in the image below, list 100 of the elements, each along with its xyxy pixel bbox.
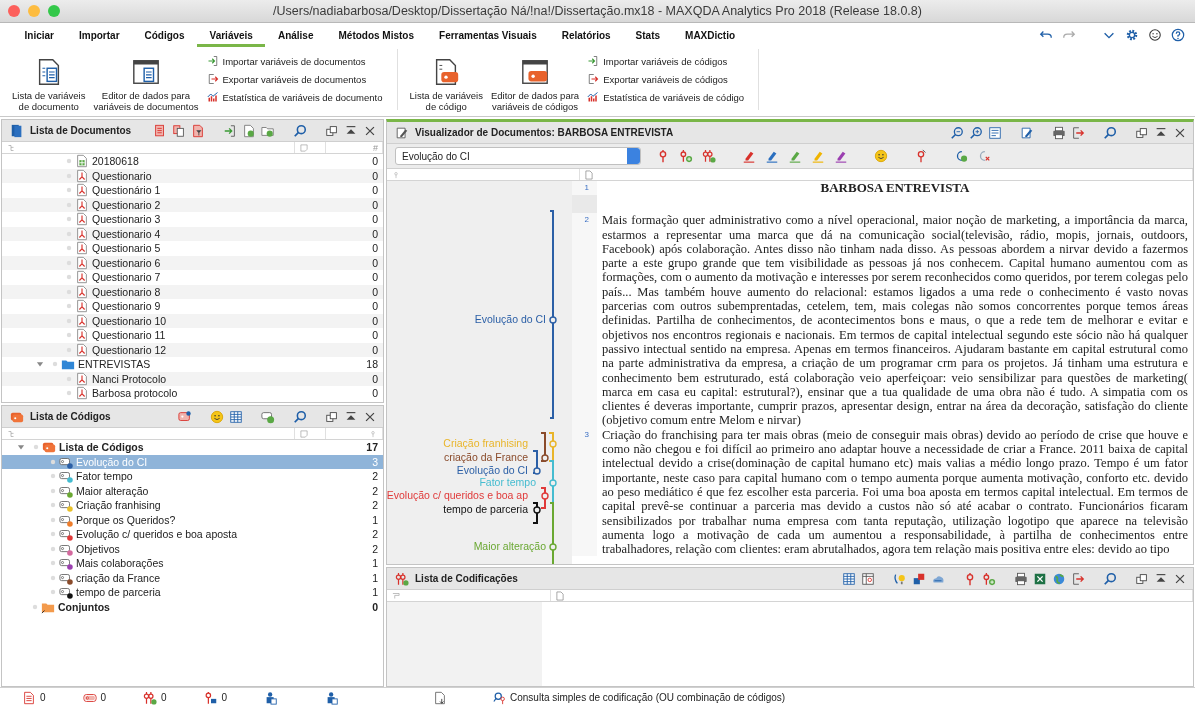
ribbon-button[interactable]: Importar variáveis de códigos (587, 55, 745, 67)
document-name[interactable]: Questionario 5 (92, 242, 161, 255)
table-icon[interactable] (842, 571, 856, 586)
coding-label[interactable]: Evolução do CI (456, 464, 528, 476)
document-name[interactable]: Questionario 11 (92, 329, 166, 342)
smiley-icon[interactable] (1148, 28, 1162, 42)
code-name[interactable]: Mais colaborações (76, 557, 164, 570)
globe-icon[interactable] (1052, 571, 1066, 586)
document-name[interactable]: Questionario 7 (92, 271, 161, 284)
document-name[interactable]: Barbosa protocolo (92, 387, 178, 400)
squares-icon[interactable] (912, 571, 926, 586)
export-icon[interactable] (1071, 571, 1085, 586)
table-icon[interactable] (229, 409, 243, 424)
document-name[interactable]: ENTREVISTAS (78, 358, 151, 371)
code-name[interactable]: Criação franhising (76, 499, 161, 512)
menu-tab[interactable]: Relatórios (549, 23, 624, 47)
coding-label[interactable]: criação da France (443, 451, 528, 463)
table-icon[interactable] (861, 571, 875, 586)
document-name[interactable]: Questionario 9 (92, 300, 161, 313)
document-name[interactable]: Questionario 12 (92, 343, 167, 356)
spreadsheet-icon[interactable] (1033, 571, 1047, 586)
document-name[interactable]: Questionario 4 (92, 227, 161, 240)
close-window-button[interactable] (8, 5, 20, 17)
undock-icon[interactable] (1135, 571, 1149, 586)
add-coding-icon[interactable] (679, 149, 693, 163)
code-name[interactable]: Maior alteração (76, 484, 149, 497)
coding-label[interactable]: tempo de parceria (443, 503, 528, 515)
filter-icon[interactable] (191, 123, 205, 138)
ribbon-button[interactable]: Editor de dados para variáveis de documentos (89, 55, 203, 114)
undock-icon[interactable] (325, 123, 339, 138)
coding-label[interactable]: Evolução do CI (474, 313, 546, 325)
menu-tab[interactable]: Iniciar (12, 23, 67, 47)
document-name[interactable]: Questionario (92, 169, 152, 182)
document-name[interactable]: Questionario 10 (92, 314, 167, 327)
document-name[interactable]: Questionario 8 (92, 285, 161, 298)
document-name[interactable]: Questionario 6 (92, 256, 161, 269)
menu-tab[interactable]: Métodos Mistos (326, 23, 427, 47)
printer-icon[interactable] (1052, 125, 1066, 140)
page-icon[interactable] (988, 125, 1002, 140)
new-tag-icon[interactable] (261, 409, 275, 424)
ribbon-button[interactable]: Editor de dados para variáveis de códigos (486, 55, 584, 114)
add-link-icon[interactable] (954, 149, 968, 163)
menu-tab[interactable]: Códigos (132, 23, 198, 47)
document-name[interactable]: Questionario 2 (92, 198, 161, 211)
code-name[interactable]: Porque os Queridos? (76, 513, 176, 526)
menu-tab[interactable]: MAXDictio (672, 23, 748, 47)
query-icon[interactable] (493, 690, 507, 705)
coding-label[interactable]: Evolução c/ queridos e boa ap (387, 489, 528, 501)
undock-icon[interactable] (1135, 125, 1149, 140)
edit-icon[interactable] (1020, 125, 1034, 140)
document-icon[interactable] (433, 690, 447, 705)
highlighter-icon[interactable] (834, 149, 848, 163)
highlighter-icon[interactable] (765, 149, 779, 163)
remove-link-icon[interactable] (977, 149, 991, 163)
document-name[interactable]: Questionario 3 (92, 213, 161, 226)
menu-tab[interactable]: Stats (623, 23, 673, 47)
coding-bracket[interactable] (532, 502, 541, 524)
code-dropdown[interactable]: Evolução do CI (395, 147, 641, 165)
document-name[interactable]: Questionário 1 (92, 184, 161, 197)
highlighter-icon[interactable] (788, 149, 802, 163)
set-name[interactable]: Conjuntos (58, 600, 110, 613)
document-name[interactable]: Nanci Protocolo (92, 372, 167, 385)
ribbon-button[interactable]: Lista de variáveis de código (405, 55, 487, 114)
code-name[interactable]: Fator tempo (76, 470, 133, 483)
menu-tab[interactable]: Importar (66, 23, 133, 47)
new-document-icon[interactable] (242, 123, 256, 138)
settings-icon[interactable] (1125, 28, 1139, 42)
code-name[interactable]: tempo de parceria (76, 586, 161, 599)
ribbon-button[interactable]: Exportar variáveis de documentos (206, 73, 383, 85)
printer-icon[interactable] (1014, 571, 1028, 586)
ribbon-button[interactable]: Importar variáveis de documentos (206, 55, 383, 67)
import-icon[interactable] (223, 123, 237, 138)
ribbon-button[interactable]: Estatística de variáveis de documento (206, 91, 383, 103)
document-icon[interactable] (22, 690, 36, 705)
search-icon[interactable] (293, 123, 307, 138)
search-icon[interactable] (1103, 125, 1117, 140)
user-icon[interactable] (264, 690, 278, 705)
tag-icon[interactable] (178, 409, 192, 424)
copy-icon[interactable] (172, 123, 186, 138)
ribbon-button[interactable]: Estatística de variáveis de código (587, 91, 745, 103)
undock-icon[interactable] (325, 409, 339, 424)
ribbon-button[interactable]: Lista de variáveis de documento (8, 55, 90, 114)
code-name[interactable]: Objetivos (76, 542, 120, 555)
add-coding-icon[interactable] (982, 571, 996, 586)
search-icon[interactable] (1103, 571, 1117, 586)
code-name[interactable]: criação da France (76, 571, 161, 584)
ribbon-button[interactable]: Exportar variáveis de códigos (587, 73, 745, 85)
menu-tab[interactable]: Análise (265, 23, 326, 47)
code-name[interactable]: Evolução c/ queridos e boa aposta (76, 528, 238, 541)
coding-icon[interactable] (203, 690, 218, 705)
search-icon[interactable] (293, 409, 307, 424)
help-icon[interactable] (1171, 28, 1185, 42)
highlighter-icon[interactable] (742, 149, 756, 163)
add-codings-icon[interactable] (702, 149, 716, 163)
export-icon[interactable] (1071, 125, 1085, 140)
documents-icon[interactable] (153, 123, 167, 138)
code-name[interactable]: Lista de Códigos (59, 441, 144, 454)
menu-tab[interactable]: Ferramentas Visuais (426, 23, 550, 47)
document-name[interactable]: 20180618 (92, 155, 139, 168)
zoom-in-icon[interactable] (969, 125, 983, 140)
